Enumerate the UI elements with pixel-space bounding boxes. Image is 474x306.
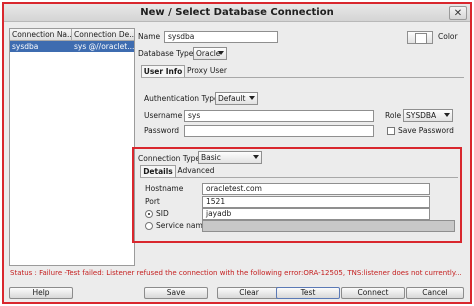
hostname-input[interactable]: oracletest.com (202, 183, 430, 195)
username-input[interactable]: sys (184, 110, 374, 122)
tab-details[interactable]: Details (140, 165, 176, 177)
color-swatch-icon (415, 33, 427, 44)
connection-name-cell: sysdba (12, 42, 39, 51)
chevron-down-icon (444, 113, 450, 117)
color-label: Color (438, 32, 458, 41)
connection-type-value: Basic (201, 153, 221, 162)
tab-advanced[interactable]: Advanced (176, 165, 216, 177)
save-password-label: Save Password (398, 126, 454, 135)
connect-button[interactable]: Connect (341, 287, 405, 299)
cancel-button[interactable]: Cancel (406, 287, 464, 299)
password-input[interactable] (184, 125, 374, 137)
status-message: Status : Failure -Test failed: Listener … (10, 269, 462, 277)
name-input[interactable]: sysdba (164, 31, 278, 43)
connection-type-select[interactable]: Basic (198, 151, 262, 164)
password-label: Password (144, 126, 180, 135)
service-name-radio[interactable] (145, 222, 153, 230)
help-button[interactable]: Help (9, 287, 73, 299)
port-input[interactable]: 1521 (202, 196, 430, 208)
close-button[interactable]: ✕ (449, 6, 467, 20)
chevron-down-icon (253, 155, 259, 159)
role-select[interactable]: SYSDBA (403, 109, 453, 122)
test-button[interactable]: Test (276, 287, 340, 299)
connection-type-label: Connection Type (138, 154, 201, 163)
sid-label: SID (156, 209, 169, 218)
role-label: Role (385, 111, 402, 120)
sid-radio[interactable] (145, 210, 153, 218)
database-type-label: Database Type (138, 49, 194, 58)
radio-selected-dot (148, 213, 150, 215)
column-header-connection-name[interactable]: Connection Na... (10, 29, 72, 41)
dialog-title: New / Select Database Connection (4, 4, 470, 22)
tab-panel-divider (141, 77, 464, 78)
role-value: SYSDBA (406, 111, 437, 120)
connections-table[interactable]: Connection Na... Connection De... sysdba… (9, 28, 135, 266)
new-select-database-connection-dialog: New / Select Database Connection ✕ Conne… (4, 4, 470, 302)
authentication-type-value: Default (218, 94, 246, 103)
username-label: Username (144, 111, 183, 120)
tab-user-info[interactable]: User Info (141, 65, 185, 77)
authentication-type-label: Authentication Type (144, 94, 219, 103)
connection-details-cell: sys @//oraclet... (74, 42, 134, 51)
service-name-input[interactable] (202, 220, 455, 232)
sid-input[interactable]: jayadb (202, 208, 430, 220)
clear-button[interactable]: Clear (217, 287, 281, 299)
connections-table-header: Connection Na... Connection De... (10, 29, 134, 41)
hostname-label: Hostname (145, 184, 184, 193)
column-header-connection-details[interactable]: Connection De... (72, 29, 134, 41)
tab-panel-divider (140, 177, 458, 178)
chevron-down-icon (249, 96, 255, 100)
tab-proxy-user[interactable]: Proxy User (186, 65, 228, 77)
authentication-type-select[interactable]: Default (215, 92, 258, 105)
table-row[interactable]: sysdba sys @//oraclet... (10, 41, 134, 52)
service-name-label: Service name (156, 221, 208, 230)
database-type-value: Oracle (196, 49, 221, 58)
database-type-select[interactable]: Oracle (193, 47, 227, 60)
save-button[interactable]: Save (144, 287, 208, 299)
color-picker-button[interactable] (407, 31, 433, 44)
save-password-checkbox[interactable] (387, 127, 395, 135)
chevron-down-icon (218, 51, 224, 55)
name-label: Name (138, 32, 161, 41)
port-label: Port (145, 197, 160, 206)
